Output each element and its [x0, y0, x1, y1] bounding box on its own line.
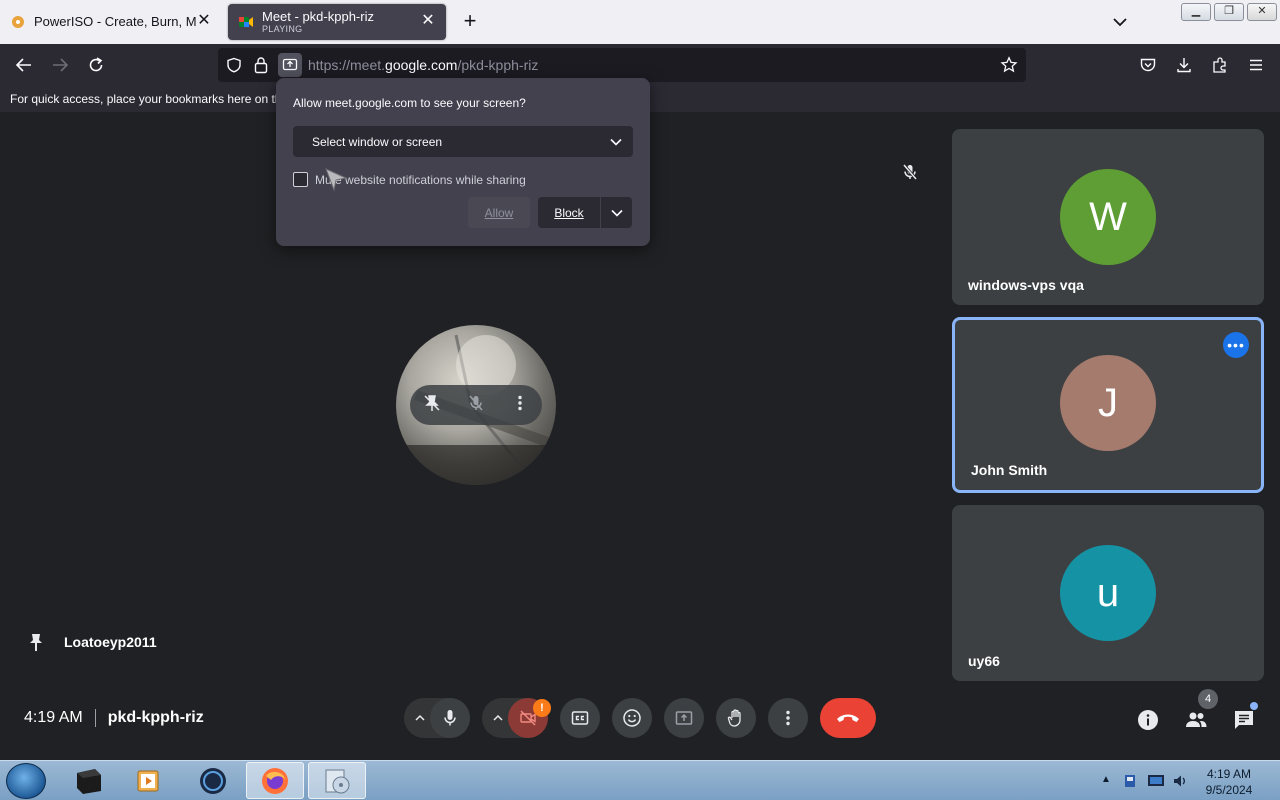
avatar: J: [1060, 355, 1156, 451]
start-button[interactable]: [6, 763, 46, 799]
block-button-group: Block: [538, 197, 632, 228]
block-options-chevron-icon[interactable]: [601, 197, 632, 228]
meeting-time: 4:19 AM: [24, 709, 83, 726]
back-arrow-icon[interactable]: [12, 53, 36, 77]
window-or-screen-select[interactable]: Select window or screen: [293, 126, 633, 157]
participant-name: uy66: [968, 653, 1000, 669]
block-button[interactable]: Block: [538, 197, 600, 228]
close-window-button[interactable]: ✕: [1247, 3, 1277, 21]
participant-options-button[interactable]: •••: [1223, 332, 1249, 358]
captions-button[interactable]: [560, 698, 600, 738]
participant-name: John Smith: [971, 462, 1048, 478]
avatar: u: [1060, 545, 1156, 641]
participant-tile[interactable]: u uy66: [952, 505, 1264, 681]
tab-bar: PowerISO - Create, Burn, Moun ✕ Meet - p…: [0, 0, 1280, 44]
tab-title: PowerISO - Create, Burn, Moun: [34, 15, 196, 29]
screen-share-permission-popup: Allow meet.google.com to see your screen…: [276, 78, 650, 246]
mouse-cursor-icon: [322, 165, 348, 193]
tab-poweriso[interactable]: PowerISO - Create, Burn, Moun ✕: [0, 4, 222, 40]
menu-hamburger-icon[interactable]: [1244, 53, 1268, 77]
volume-icon[interactable]: [1172, 773, 1188, 789]
poweriso-favicon-icon: [10, 14, 26, 30]
tab-playing-status: PLAYING: [262, 23, 303, 34]
extensions-icon[interactable]: [1208, 53, 1232, 77]
emoji-reaction-button[interactable]: [612, 698, 652, 738]
firefox-icon: [262, 767, 288, 794]
microphone-button[interactable]: [430, 698, 470, 738]
meeting-info: 4:19 AM pkd-kpph-riz: [24, 709, 204, 727]
windows-taskbar: ▲ 4:19 AM 9/5/2024: [0, 760, 1280, 800]
screen-share-permission-icon[interactable]: [278, 53, 302, 77]
allow-button[interactable]: Allow: [468, 197, 530, 228]
leave-call-button[interactable]: [820, 698, 876, 738]
close-icon[interactable]: ✕: [420, 13, 436, 30]
people-icon[interactable]: [1184, 708, 1208, 732]
meeting-code: pkd-kpph-riz: [107, 709, 204, 726]
bookmark-star-icon[interactable]: [1000, 56, 1018, 79]
close-icon[interactable]: ✕: [196, 13, 212, 30]
globe-app-icon: [200, 767, 226, 794]
mute-notifications-checkbox[interactable]: [293, 172, 308, 187]
restore-button[interactable]: ❐: [1214, 3, 1244, 21]
more-options-icon[interactable]: [510, 393, 530, 418]
taskbar-app-globe[interactable]: [184, 762, 242, 799]
taskbar-time: 4:19 AM: [1206, 767, 1252, 781]
pinned-participant-label: Loatoeyp2011: [26, 632, 157, 652]
more-options-button[interactable]: [768, 698, 808, 738]
taskbar-date: 9/5/2024: [1205, 783, 1253, 797]
mic-off-icon: [900, 162, 920, 182]
tab-meet[interactable]: Meet - pkd-kpph-riz PLAYING ✕: [228, 4, 446, 40]
divider: [94, 709, 96, 727]
avatar: W: [1060, 169, 1156, 265]
chat-icon[interactable]: [1232, 708, 1256, 732]
self-tile-controls: [410, 385, 542, 425]
taskbar-app-firefox[interactable]: [246, 762, 304, 799]
raise-hand-button[interactable]: [716, 698, 756, 738]
taskbar-clock[interactable]: 4:19 AM 9/5/2024: [1200, 766, 1258, 798]
terminal-icon: [77, 768, 101, 794]
taskbar-app-poweriso[interactable]: [308, 762, 366, 799]
chat-notification-dot: [1250, 702, 1258, 710]
list-all-tabs-chevron-icon[interactable]: [1110, 12, 1130, 32]
reload-icon[interactable]: [84, 53, 108, 77]
permission-title: Allow meet.google.com to see your screen…: [293, 96, 526, 110]
tab-title: Meet - pkd-kpph-riz: [262, 9, 374, 24]
poweriso-icon: [325, 769, 350, 793]
pin-icon: [26, 632, 46, 652]
meeting-details-info-icon[interactable]: [1136, 708, 1160, 732]
phone-hangup-icon: [837, 714, 859, 722]
taskbar-app-media-player[interactable]: [120, 762, 178, 799]
forward-arrow-icon[interactable]: [48, 53, 72, 77]
chevron-down-icon: [610, 138, 622, 146]
shield-icon[interactable]: [226, 57, 242, 78]
meet-favicon-icon: [238, 14, 254, 30]
mic-control-group: [404, 698, 470, 738]
taskbar-app-terminal[interactable]: [60, 762, 118, 799]
minimize-button[interactable]: ▁: [1181, 3, 1211, 21]
tray-app-icon[interactable]: [1122, 773, 1138, 789]
url-path: /pkd-kpph-riz: [457, 57, 539, 73]
pocket-icon[interactable]: [1136, 53, 1160, 77]
url-text[interactable]: https://meet.google.com/pkd-kpph-riz: [308, 57, 538, 73]
unpin-icon[interactable]: [422, 393, 442, 418]
show-hidden-icons-icon[interactable]: ▲: [1101, 774, 1117, 790]
mute-self-icon[interactable]: [466, 393, 486, 418]
lock-icon[interactable]: [253, 56, 269, 79]
new-tab-button[interactable]: +: [460, 10, 480, 34]
present-screen-button[interactable]: [664, 698, 704, 738]
participant-name: windows-vps vqa: [968, 277, 1084, 293]
pinned-participant-name: Loatoeyp2011: [64, 634, 157, 650]
network-icon[interactable]: [1147, 773, 1164, 789]
url-host: google.com: [385, 57, 458, 73]
url-prefix: https://meet.: [308, 57, 386, 73]
downloads-icon[interactable]: [1172, 53, 1196, 77]
people-count-badge: 4: [1198, 689, 1218, 709]
url-bar[interactable]: https://meet.google.com/pkd-kpph-riz: [218, 48, 1026, 82]
bookmarks-hint-text: For quick access, place your bookmarks h…: [10, 92, 282, 106]
participant-tile[interactable]: W windows-vps vqa: [952, 129, 1264, 305]
camera-alert-badge: !: [533, 699, 551, 717]
participant-tile[interactable]: ••• J John Smith: [952, 317, 1264, 493]
select-value: Select window or screen: [312, 135, 443, 149]
media-player-icon: [137, 770, 159, 791]
